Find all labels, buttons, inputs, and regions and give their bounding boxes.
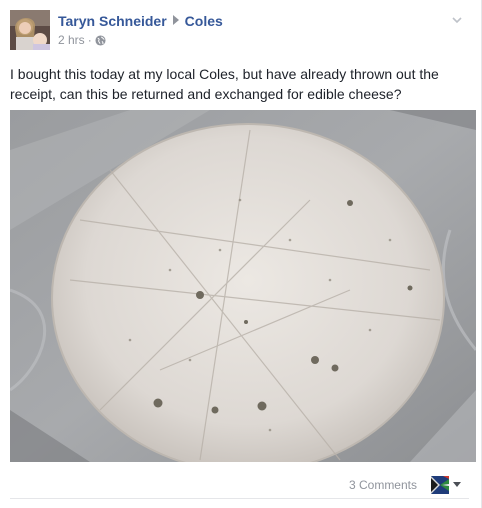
chevron-down-icon[interactable] bbox=[451, 14, 463, 26]
flag-avatar-icon[interactable] bbox=[431, 476, 449, 494]
post-footer: 3 Comments bbox=[10, 470, 469, 499]
globe-icon[interactable] bbox=[95, 34, 106, 46]
post-meta: Taryn Schneider Coles 2 hrs · bbox=[58, 12, 223, 49]
post-photo[interactable] bbox=[10, 110, 476, 462]
post-card: Taryn Schneider Coles 2 hrs · I bought th… bbox=[0, 0, 482, 508]
post-subline: 2 hrs · bbox=[58, 31, 223, 49]
caret-down-icon[interactable] bbox=[453, 482, 461, 487]
post-timestamp[interactable]: 2 hrs bbox=[58, 31, 85, 49]
cheese-photo bbox=[10, 110, 476, 462]
comments-count-link[interactable]: 3 Comments bbox=[349, 478, 417, 492]
avatar-photo bbox=[10, 10, 50, 50]
author-avatar[interactable] bbox=[10, 10, 50, 50]
post-text: I bought this today at my local Coles, b… bbox=[10, 66, 439, 102]
author-line: Taryn Schneider Coles bbox=[58, 12, 223, 30]
post-header: Taryn Schneider Coles 2 hrs · bbox=[10, 10, 469, 52]
posted-to-arrow-icon bbox=[172, 15, 179, 25]
target-page-name[interactable]: Coles bbox=[185, 13, 223, 29]
author-name[interactable]: Taryn Schneider bbox=[58, 13, 167, 29]
